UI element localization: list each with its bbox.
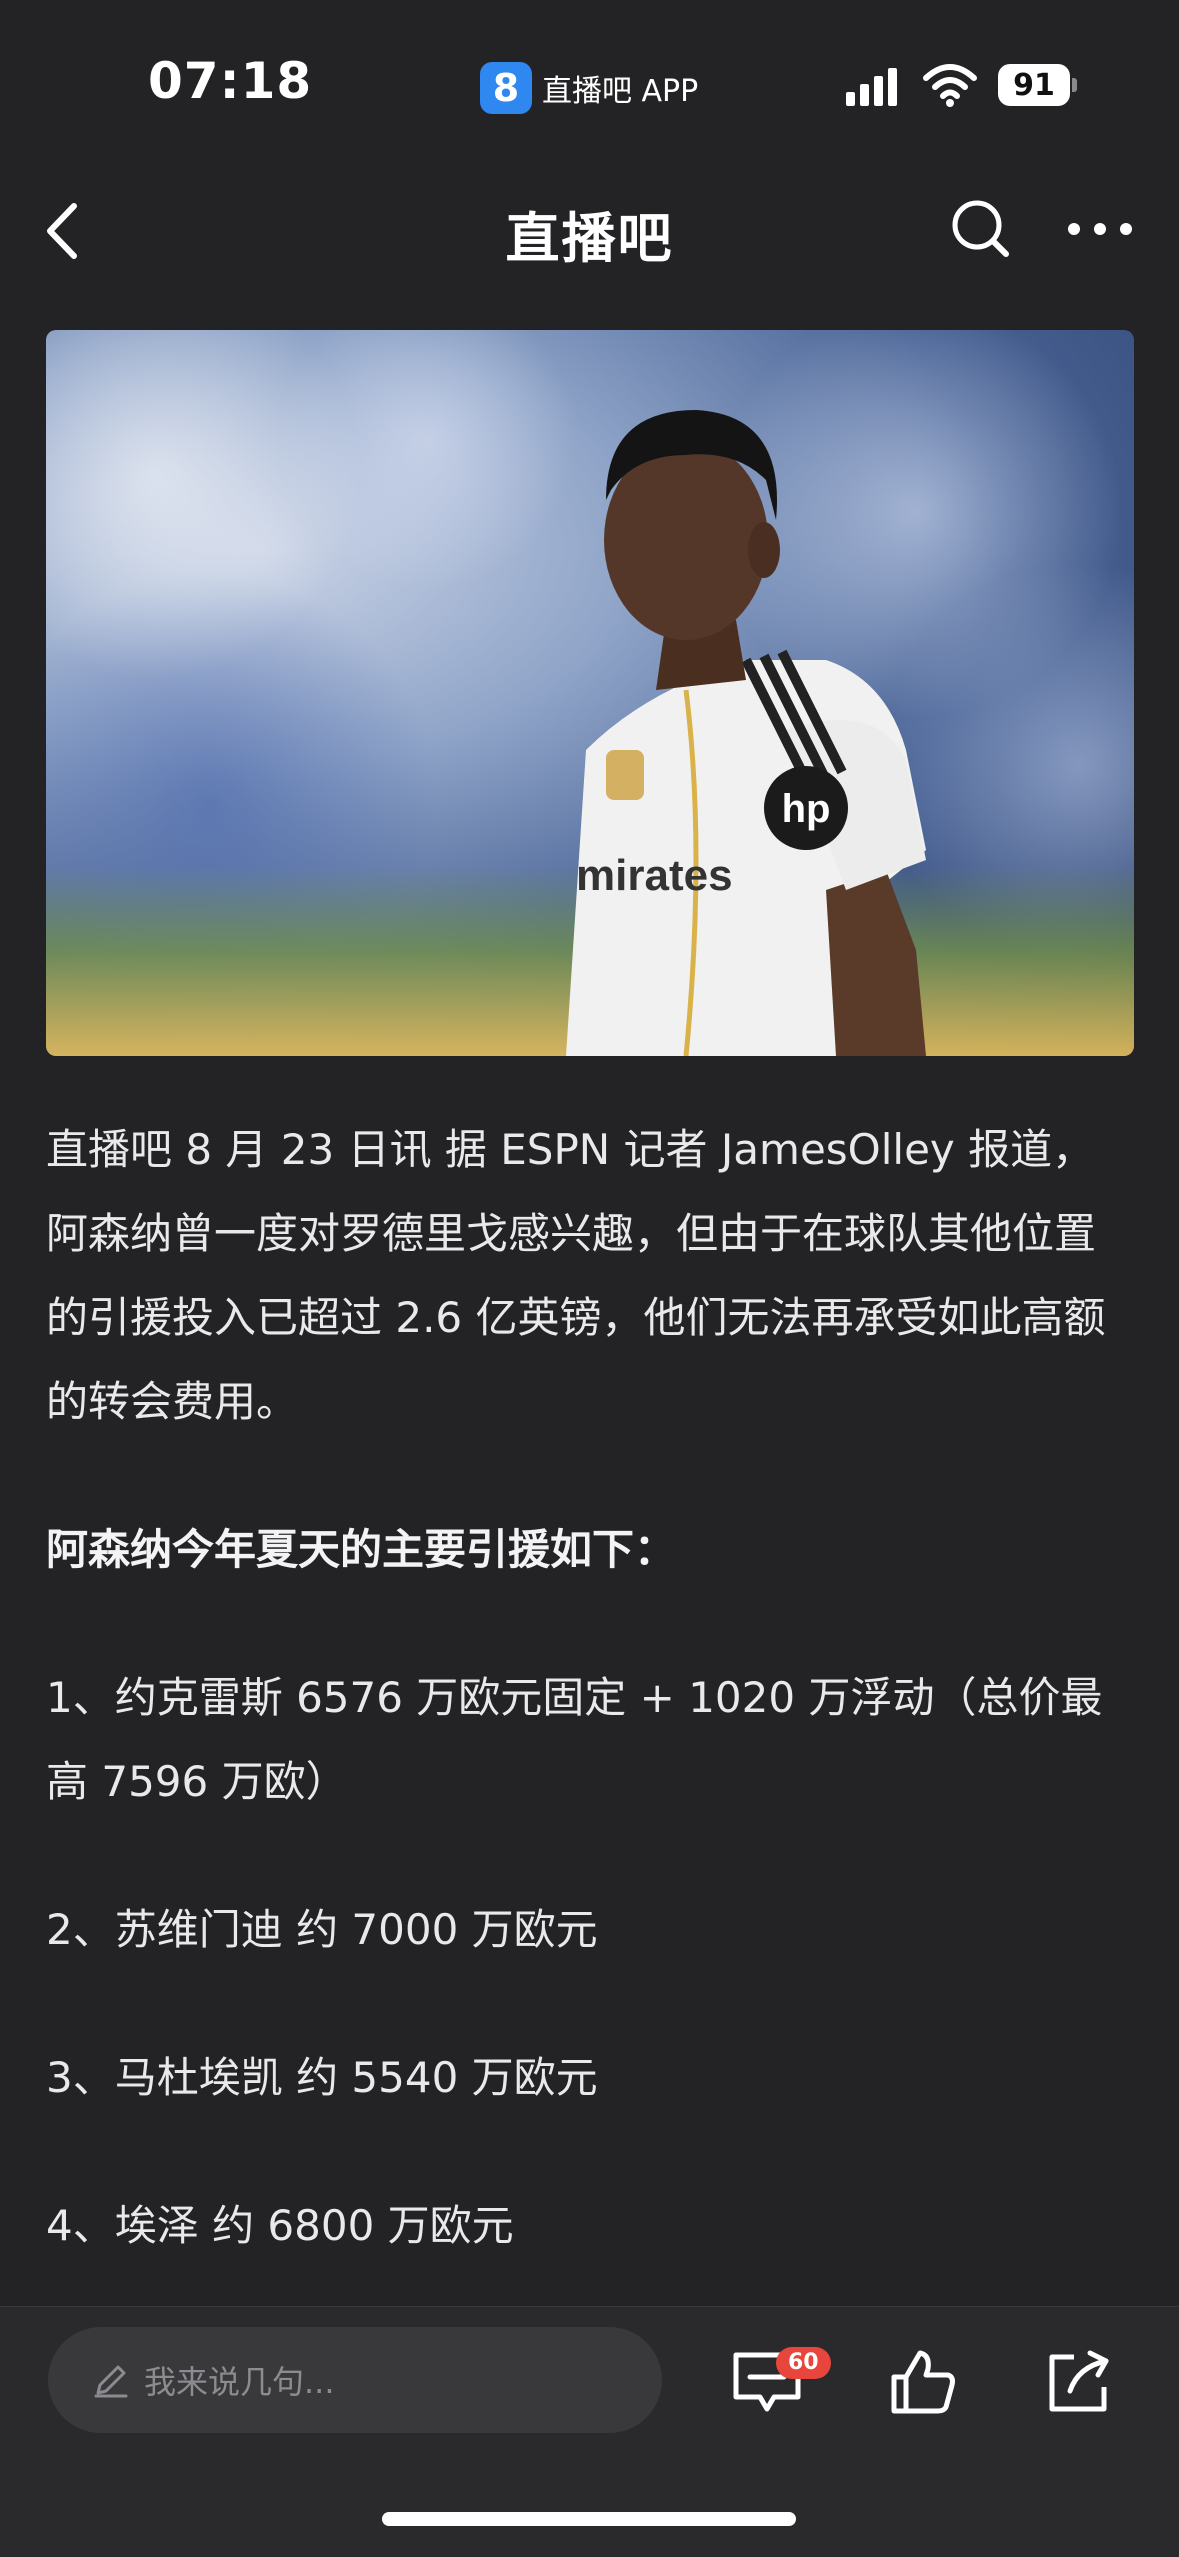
nav-bar: 直播吧 [0, 170, 1179, 290]
article-heading: 阿森纳今年夏天的主要引援如下： [46, 1525, 677, 1574]
comment-placeholder: 我来说几句... [144, 2363, 335, 2401]
comment-count-badge: 60 [776, 2347, 831, 2379]
search-icon[interactable] [946, 194, 1016, 264]
status-time: 07:18 [148, 52, 313, 110]
share-icon[interactable] [1044, 2347, 1114, 2417]
back-to-app-link[interactable]: 8 直播吧 APP [480, 60, 698, 116]
list-item: 3、马杜埃凯 约 5540 万欧元 [46, 2053, 598, 2102]
article-hero-image[interactable]: hp mirates [46, 330, 1134, 1056]
player-photo: hp mirates [566, 410, 926, 1056]
battery-indicator: 91 [998, 64, 1070, 106]
pencil-icon [94, 2365, 128, 2398]
list-item: 2、苏维门迪 约 7000 万欧元 [46, 1905, 598, 1954]
comment-input[interactable]: 我来说几句... [48, 2327, 662, 2433]
svg-text:mirates: mirates [576, 851, 733, 900]
svg-text:hp: hp [782, 787, 831, 831]
list-item: 1、约克雷斯 6576 万欧元固定 + 1020 万浮动（总价最高 7596 万… [46, 1673, 1103, 1806]
wifi-icon [923, 64, 977, 107]
thumbs-up-icon[interactable] [888, 2347, 958, 2417]
more-icon[interactable] [1060, 194, 1140, 264]
app-label: 直播吧 APP [542, 74, 699, 109]
cellular-signal-icon [846, 64, 902, 106]
status-bar: 07:18 8 直播吧 APP 91 [0, 0, 1179, 150]
app-logo-icon: 8 [480, 62, 532, 114]
battery-tip [1072, 78, 1077, 92]
home-indicator[interactable] [382, 2512, 796, 2526]
article-body: 直播吧 8 月 23 日讯 据 ESPN 记者 JamesOlley 报道，阿森… [46, 1108, 1136, 2268]
list-item: 4、埃泽 约 6800 万欧元 [46, 2201, 514, 2250]
article-intro: 直播吧 8 月 23 日讯 据 ESPN 记者 JamesOlley 报道，阿森… [46, 1125, 1106, 1426]
